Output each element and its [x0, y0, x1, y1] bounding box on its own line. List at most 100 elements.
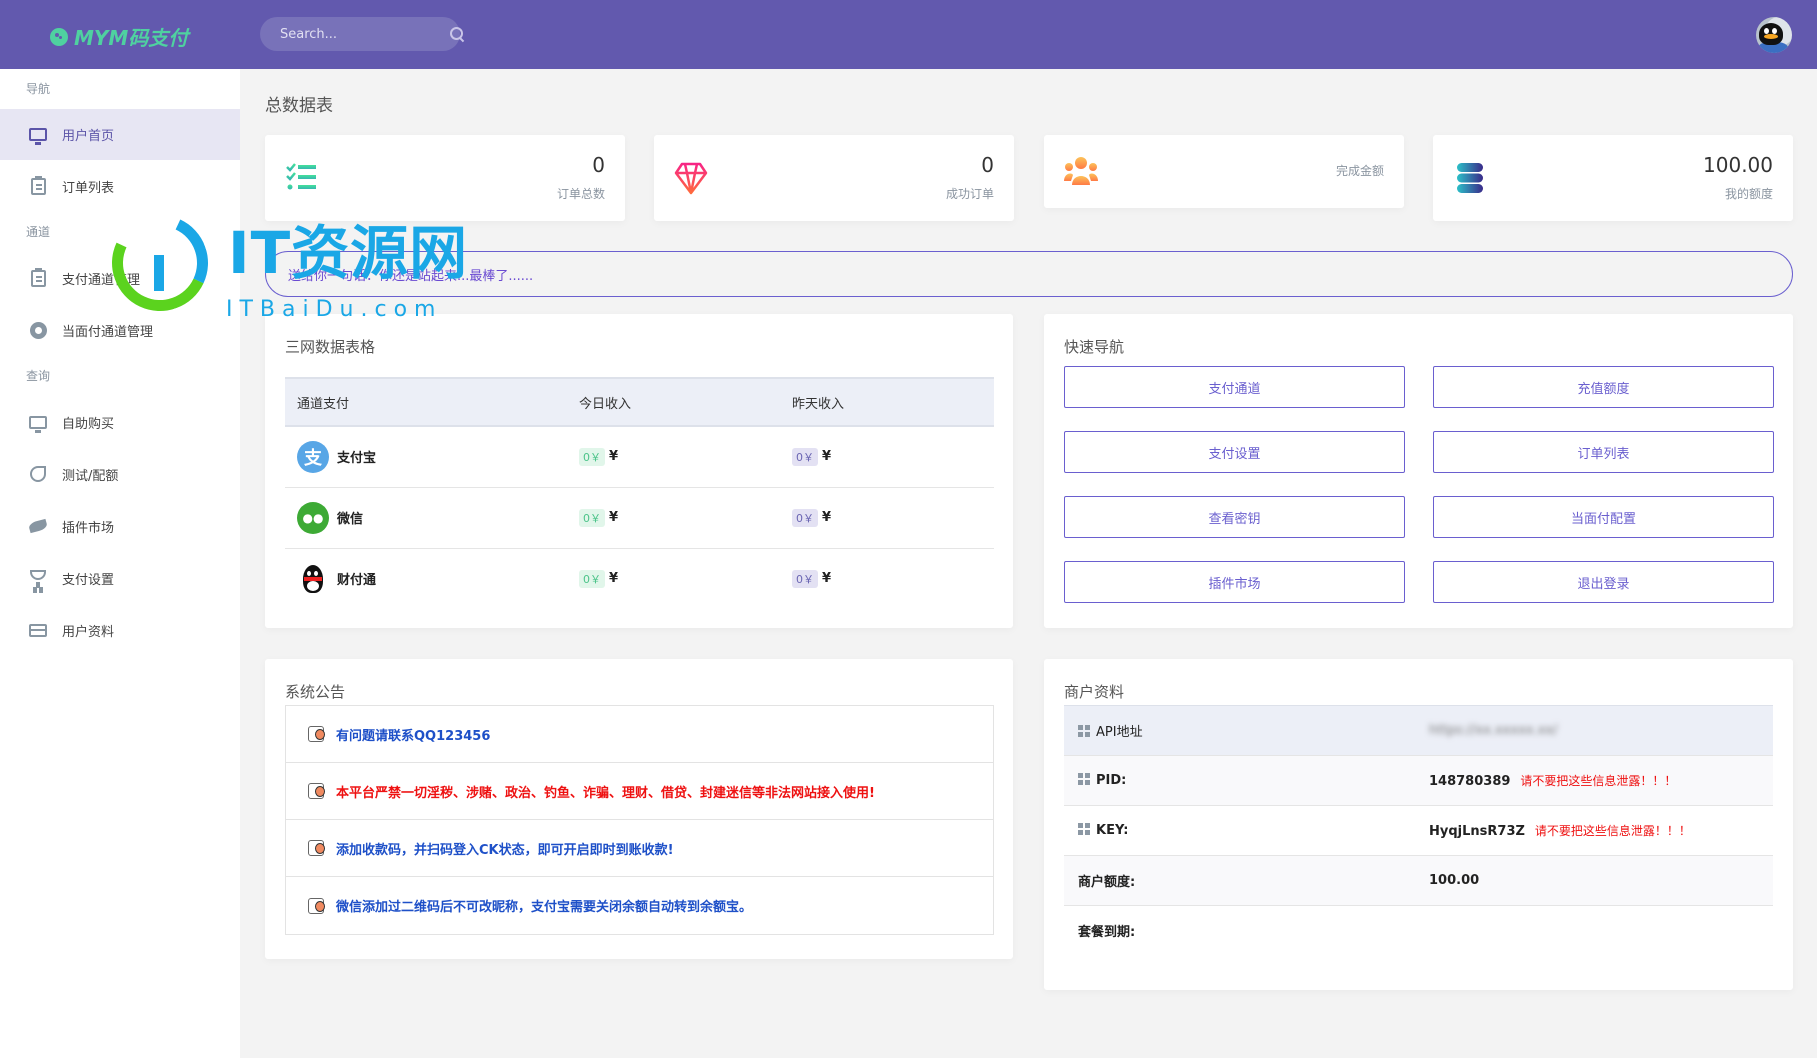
sidebar-item-label: 当面付通道管理	[62, 324, 154, 340]
notice-text: 本平台严禁一切淫秽、涉赌、政治、钓鱼、诈骗、理财、借贷、封建迷信等非法网站接入使…	[336, 785, 875, 801]
stat-card-completed-amount: 完成金额	[1044, 135, 1404, 208]
today-income: 0￥	[579, 508, 605, 527]
channel-name: 支付宝	[337, 451, 377, 467]
column-header: 今日收入	[567, 377, 780, 427]
stat-card-total-orders: 0 订单总数	[265, 135, 625, 221]
sidebar-item-label: 自助购买	[62, 416, 115, 432]
logo[interactable]: MYM码支付	[50, 22, 188, 51]
notice-item: 有问题请联系QQ123456	[286, 706, 993, 763]
currency-unit: ¥	[822, 510, 832, 525]
key-value: HyqjLnsR73Z	[1429, 824, 1525, 839]
column-header: 通道支付	[285, 377, 567, 427]
logo-icon	[50, 27, 68, 46]
monitor-icon	[28, 412, 48, 433]
quick-nav-pay-channel-button[interactable]: 支付通道	[1064, 366, 1405, 408]
user-avatar[interactable]	[1756, 17, 1792, 53]
grid-icon	[1078, 823, 1090, 835]
warning-text: 请不要把这些信息泄露！！！	[1534, 824, 1691, 838]
channel-data-panel: 三网数据表格 通道支付 今日收入 昨天收入 支支付宝 0￥ ¥ 0￥ ¥ ●● 微信 …	[265, 314, 1013, 628]
quick-nav-pay-settings-button[interactable]: 支付设置	[1064, 431, 1405, 473]
trophy-icon	[28, 568, 48, 588]
sidebar-item-label: 插件市场	[62, 520, 115, 536]
stat-card-success-orders: 0 成功订单	[654, 135, 1014, 221]
currency-unit: ¥	[609, 510, 619, 525]
search-input[interactable]	[280, 26, 450, 42]
yesterday-income: 0￥	[792, 508, 818, 527]
users-icon	[1064, 157, 1098, 185]
today-income: 0￥	[579, 447, 605, 466]
leaf-icon	[28, 516, 48, 536]
sidebar-item-f2f-channel-manage[interactable]: 当面付通道管理	[0, 304, 240, 356]
quota-value: 100.00	[1429, 873, 1480, 888]
sidebar-item-user-home[interactable]: 用户首页	[0, 109, 240, 160]
notice-text: 有问题请联系QQ123456	[336, 728, 491, 744]
system-notice-panel: 系统公告 有问题请联系QQ123456 本平台严禁一切淫秽、涉赌、政治、钓鱼、诈…	[265, 659, 1013, 959]
notice-list: 有问题请联系QQ123456 本平台严禁一切淫秽、涉赌、政治、钓鱼、诈骗、理财、…	[285, 705, 994, 935]
megaphone-icon	[306, 722, 332, 746]
megaphone-icon	[306, 894, 332, 918]
quick-nav-order-list-button[interactable]: 订单列表	[1433, 431, 1774, 473]
sidebar-item-pay-settings[interactable]: 支付设置	[0, 552, 240, 604]
table-row: 商户额度: 100.00	[1064, 855, 1773, 906]
sidebar-item-label: 支付通道管理	[62, 272, 141, 288]
merchant-key: KEY:	[1096, 823, 1129, 838]
table-row: API地址 https://xx.xxxxx.xx/	[1064, 705, 1773, 756]
qq-penguin-icon	[297, 563, 329, 595]
wechat-icon: ●●	[297, 501, 329, 534]
panel-title: 商户资料	[1064, 683, 1125, 701]
stat-value: 100.00	[1703, 153, 1773, 177]
channel-table: 通道支付 今日收入 昨天收入 支支付宝 0￥ ¥ 0￥ ¥ ●● 微信 0￥ ¥ 0￥ ¥…	[285, 377, 994, 609]
channel-name: 微信	[337, 512, 364, 527]
stat-label: 我的额度	[1724, 187, 1773, 201]
sidebar-item-label: 订单列表	[62, 180, 115, 196]
table-row: 财付通 0￥ ¥ 0￥ ¥	[285, 548, 994, 609]
sidebar-item-test-quota[interactable]: 测试/配额	[0, 448, 240, 500]
page-title: 总数据表	[265, 96, 333, 116]
monitor-icon	[28, 125, 48, 145]
notice-item: 添加收款码，并扫码登入CK状态，即可开启即时到账收款!	[286, 820, 993, 877]
sidebar-item-label: 支付设置	[62, 572, 115, 588]
quick-nav-panel: 快速导航 支付通道 充值额度 支付设置 订单列表 查看密钥 当面付配置 插件市场…	[1044, 314, 1793, 628]
quick-nav-view-key-button[interactable]: 查看密钥	[1064, 496, 1405, 538]
currency-unit: ¥	[822, 571, 832, 587]
currency-unit: ¥	[609, 571, 619, 587]
quick-nav-logout-button[interactable]: 退出登录	[1433, 561, 1774, 603]
merchant-key: API地址	[1096, 725, 1143, 740]
quick-nav-f2f-config-button[interactable]: 当面付配置	[1433, 496, 1774, 538]
stat-label: 完成金额	[1335, 164, 1384, 178]
quick-nav-recharge-button[interactable]: 充值额度	[1433, 366, 1774, 408]
sidebar-item-order-list[interactable]: 订单列表	[0, 160, 240, 212]
stat-value: 0	[592, 153, 605, 177]
currency-unit: ¥	[609, 449, 619, 465]
yesterday-income: 0￥	[792, 447, 818, 466]
yesterday-income: 0￥	[792, 569, 818, 588]
alipay-icon: 支	[297, 440, 329, 473]
merchant-table: API地址 https://xx.xxxxx.xx/ PID: 14878038…	[1064, 705, 1773, 956]
banner-text: 送给你一句话：你还是站起来...最棒了......	[288, 268, 534, 284]
megaphone-icon	[306, 836, 332, 860]
table-row: KEY: HyqjLnsR73Z 请不要把这些信息泄露！！！	[1064, 805, 1773, 856]
stat-value: 0	[981, 153, 994, 177]
notice-item: 微信添加过二维码后不可改昵称，支付宝需要关闭余额自动转到余额宝。	[286, 877, 993, 934]
quick-nav-plugin-market-button[interactable]: 插件市场	[1064, 561, 1405, 603]
column-header: 昨天收入	[780, 377, 994, 427]
merchant-key: PID:	[1096, 773, 1127, 788]
today-income: 0￥	[579, 569, 605, 588]
sidebar-item-user-profile[interactable]: 用户资料	[0, 604, 240, 656]
main-content: 总数据表 0 订单总数 0 成功订单 完成金额 100.00 我的额度 送给你一…	[240, 69, 1817, 1058]
warning-text: 请不要把这些信息泄露！！！	[1520, 774, 1677, 788]
search-box	[260, 17, 463, 51]
merchant-info-panel: 商户资料 API地址 https://xx.xxxxx.xx/ PID: 148…	[1044, 659, 1793, 990]
megaphone-icon	[306, 779, 332, 803]
marquee-banner: 送给你一句话：你还是站起来...最棒了......	[265, 251, 1793, 297]
sidebar-item-plugin-market[interactable]: 插件市场	[0, 500, 240, 552]
table-row: ●● 微信 0￥ ¥ 0￥ ¥	[285, 487, 994, 549]
merchant-key: 套餐到期:	[1078, 925, 1136, 941]
sidebar-item-channel-manage[interactable]: 支付通道管理	[0, 252, 240, 304]
stat-card-my-quota: 100.00 我的额度	[1433, 135, 1793, 221]
pie-chart-icon	[28, 464, 48, 484]
currency-unit: ¥	[822, 449, 832, 465]
sidebar-item-self-purchase[interactable]: 自助购买	[0, 396, 240, 448]
table-row: 支支付宝 0￥ ¥ 0￥ ¥	[285, 426, 994, 488]
lifebuoy-icon	[28, 320, 48, 340]
